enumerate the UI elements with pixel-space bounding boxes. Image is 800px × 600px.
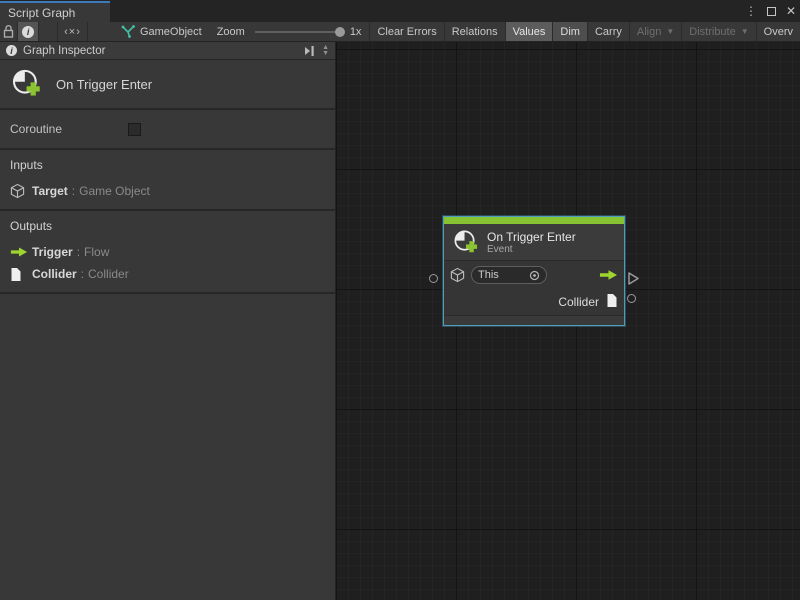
outputs-section: Outputs Trigger : Flow Collider : xyxy=(0,211,335,292)
input-port-target[interactable] xyxy=(429,274,438,283)
lock-button[interactable] xyxy=(0,22,18,41)
inputs-header: Inputs xyxy=(10,158,325,172)
game-object-icon xyxy=(450,267,465,283)
code-preview-button[interactable]: ‹×› xyxy=(57,22,88,41)
coroutine-checkbox[interactable] xyxy=(128,123,141,136)
zoom-control: Zoom 1x xyxy=(209,22,370,41)
button-label: Values xyxy=(513,26,546,38)
dock-panel-button[interactable] xyxy=(302,45,316,57)
info-icon: i xyxy=(6,45,17,56)
collider-output-label: Collider xyxy=(558,295,599,309)
output-port-row-collider: Collider : Collider xyxy=(10,263,325,285)
input-port-row-target: Target : Game Object xyxy=(10,180,325,202)
title-bar: Script Graph ⋮ ✕ xyxy=(0,0,800,22)
port-type: Game Object xyxy=(79,184,150,198)
node-titles: On Trigger Enter Event xyxy=(487,230,576,255)
node-collider-row: Collider xyxy=(444,289,624,315)
port-type: Flow xyxy=(84,245,109,259)
port-name: Trigger xyxy=(32,245,73,259)
port-type: Collider xyxy=(88,267,129,281)
spinner-down-icon[interactable]: ▼ xyxy=(322,51,329,57)
breadcrumb-label: GameObject xyxy=(140,26,202,38)
node-footer xyxy=(444,316,624,325)
button-label: Align xyxy=(637,26,661,38)
outputs-header: Outputs xyxy=(10,219,325,233)
section-divider xyxy=(0,292,335,294)
coroutine-label: Coroutine xyxy=(10,122,62,136)
overview-button[interactable]: Overv xyxy=(757,22,800,41)
window-controls: ⋮ ✕ xyxy=(745,0,796,22)
breadcrumb-gameobject[interactable]: GameObject xyxy=(114,22,209,41)
chevron-down-icon: ▼ xyxy=(741,27,749,36)
graph-inspector-panel: i Graph Inspector ▲ ▼ On Trigger Enter xyxy=(0,42,336,600)
output-port-row-trigger: Trigger : Flow xyxy=(10,241,325,263)
port-separator: : xyxy=(72,184,75,198)
dock-icon xyxy=(302,45,316,57)
node-header[interactable]: On Trigger Enter Event xyxy=(444,224,624,260)
panel-title: Graph Inspector xyxy=(23,45,302,57)
align-dropdown-button[interactable]: Align ▼ xyxy=(630,22,682,41)
main-area: i Graph Inspector ▲ ▼ On Trigger Enter xyxy=(0,42,800,600)
coroutine-row: Coroutine xyxy=(0,110,335,148)
node-target-row: This xyxy=(444,261,624,289)
window-menu-icon[interactable]: ⋮ xyxy=(745,4,757,18)
unit-header: On Trigger Enter xyxy=(0,60,335,108)
panel-scroll-spinner[interactable]: ▲ ▼ xyxy=(322,45,329,57)
unit-title: On Trigger Enter xyxy=(56,77,152,92)
maximize-icon[interactable] xyxy=(767,7,776,16)
info-icon: i xyxy=(22,26,34,38)
graph-inspector-header: i Graph Inspector ▲ ▼ xyxy=(0,42,335,60)
port-name: Collider xyxy=(32,267,77,281)
port-name: Target xyxy=(32,184,68,198)
button-label: Overv xyxy=(764,26,793,38)
game-object-icon xyxy=(10,183,32,199)
output-port-collider[interactable] xyxy=(627,294,636,303)
node-accent-bar xyxy=(444,217,624,224)
target-object-field[interactable]: This xyxy=(471,266,547,284)
inputs-section: Inputs Target : Game Object xyxy=(0,150,335,209)
flow-arrow-icon xyxy=(599,269,618,281)
chevron-down-icon: ▼ xyxy=(666,27,674,36)
output-port-trigger[interactable] xyxy=(627,271,640,286)
carry-button[interactable]: Carry xyxy=(588,22,630,41)
object-picker-icon[interactable] xyxy=(529,270,540,281)
zoom-value: 1x xyxy=(350,26,362,38)
node-title: On Trigger Enter xyxy=(487,230,576,244)
button-label: Relations xyxy=(452,26,498,38)
button-label: Clear Errors xyxy=(377,26,436,38)
relations-button[interactable]: Relations xyxy=(445,22,506,41)
button-label: Carry xyxy=(595,26,622,38)
toolbar-spacer xyxy=(88,22,114,41)
target-object-value: This xyxy=(478,269,529,281)
collider-doc-icon xyxy=(606,293,618,311)
button-label: Distribute xyxy=(689,26,735,38)
graph-toolbar: i ‹×› GameObject Zoom 1x Clear Errors Re… xyxy=(0,22,800,42)
code-icon: ‹×› xyxy=(64,26,81,38)
graph-canvas[interactable]: On Trigger Enter Event This xyxy=(336,42,800,600)
zoom-slider-handle[interactable] xyxy=(335,27,345,37)
port-separator: : xyxy=(77,245,80,259)
clear-errors-button[interactable]: Clear Errors xyxy=(369,22,444,41)
on-trigger-enter-node[interactable]: On Trigger Enter Event This xyxy=(443,216,625,326)
info-toggle-button[interactable]: i xyxy=(18,22,39,41)
node-subtitle: Event xyxy=(487,244,576,255)
event-unit-icon xyxy=(10,68,42,100)
flow-arrow-icon xyxy=(10,246,32,258)
distribute-dropdown-button[interactable]: Distribute ▼ xyxy=(682,22,756,41)
values-button[interactable]: Values xyxy=(506,22,554,41)
tab-label: Script Graph xyxy=(8,6,75,20)
toolbar-spacer xyxy=(39,22,57,41)
button-label: Dim xyxy=(560,26,580,38)
collider-doc-icon xyxy=(10,267,32,282)
zoom-slider[interactable] xyxy=(255,31,343,33)
script-graph-icon xyxy=(121,25,135,38)
tab-script-graph[interactable]: Script Graph xyxy=(0,1,110,22)
lock-icon xyxy=(3,25,14,38)
close-icon[interactable]: ✕ xyxy=(786,4,796,18)
dim-button[interactable]: Dim xyxy=(553,22,588,41)
zoom-label: Zoom xyxy=(217,26,245,38)
port-separator: : xyxy=(81,267,84,281)
event-unit-icon xyxy=(452,229,479,256)
